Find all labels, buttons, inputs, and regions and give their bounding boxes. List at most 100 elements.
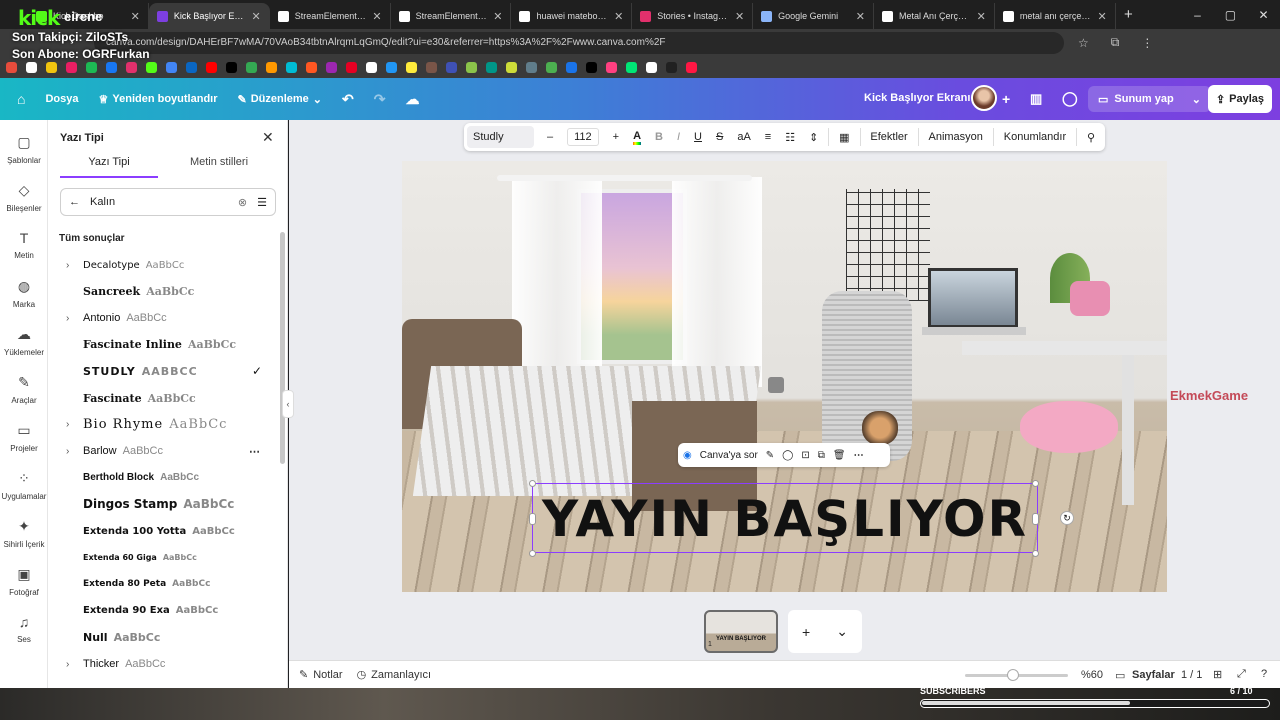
browser-tab[interactable]: Metal Anı Çerçevesi ✕ — [874, 3, 995, 29]
close-icon[interactable]: ✕ — [262, 129, 274, 146]
clear-search-icon[interactable]: ⊗ — [238, 196, 247, 209]
zoom-slider-handle[interactable] — [1007, 669, 1019, 681]
bookmark-icon[interactable] — [486, 61, 497, 73]
underline-icon[interactable]: U — [694, 131, 702, 143]
bookmark-icon[interactable] — [186, 61, 197, 73]
font-search-input[interactable]: ← Kalın ⊗ ☰ — [60, 188, 276, 216]
close-tab-icon[interactable]: ✕ — [131, 10, 140, 23]
magic-edit-icon[interactable]: ✎ — [766, 450, 774, 461]
rail-item[interactable]: ☁ Yüklemeler — [0, 326, 48, 357]
font-list-item[interactable]: › Bio Rhyme AaBbCc — [60, 414, 270, 436]
rail-item[interactable]: ◍ Marka — [0, 278, 48, 309]
browser-tab[interactable]: Kick Başlıyor Ekranı - ✕ — [148, 3, 270, 29]
browser-tab[interactable]: StreamElements - ee ✕ — [391, 3, 512, 29]
bookmark-icon[interactable] — [386, 61, 397, 73]
resize-handle[interactable] — [529, 513, 536, 525]
bookmark-icon[interactable] — [506, 61, 517, 73]
chevron-right-icon[interactable]: › — [60, 446, 83, 457]
collapse-panel-button[interactable]: ‹ — [282, 390, 294, 418]
decrease-size-button[interactable]: – — [547, 131, 553, 143]
bookmark-icon[interactable] — [146, 61, 157, 73]
rail-item[interactable]: ◇ Bileşenler — [0, 182, 48, 213]
browser-menu-icon[interactable]: ⋮ — [1141, 36, 1153, 50]
close-tab-icon[interactable]: ✕ — [614, 10, 623, 23]
font-list-item[interactable]: Null AaBbCc — [60, 626, 270, 648]
lock-icon[interactable]: ⊡ — [801, 450, 809, 461]
rail-item[interactable]: ⁘ Uygulamalar — [0, 470, 48, 501]
rail-item[interactable]: T Metin — [0, 230, 48, 260]
font-list-item[interactable]: › Decalotype AaBbCc — [60, 254, 270, 276]
copy-style-icon[interactable]: ⚲ — [1087, 131, 1095, 144]
browser-tab[interactable]: Stories • Instagram ✕ — [632, 3, 754, 29]
rail-item[interactable]: ▢ Şablonlar — [0, 134, 48, 165]
bookmark-icon[interactable] — [46, 61, 57, 73]
pages-icon[interactable]: ▭ — [1115, 669, 1125, 682]
close-window-icon[interactable]: ✕ — [1247, 8, 1280, 22]
font-list-item[interactable]: › Thicker AaBbCc — [60, 653, 270, 675]
bookmark-icon[interactable] — [566, 61, 577, 73]
bookmark-icon[interactable] — [526, 61, 537, 73]
design-canvas[interactable]: YAYIN BAŞLIYOR ↻ — [402, 161, 1167, 592]
cloud-save-icon[interactable]: ☁ — [405, 91, 419, 108]
timer-icon[interactable]: ◷ — [357, 668, 367, 681]
chevron-down-icon[interactable]: ⌄ — [1192, 93, 1201, 106]
share-button[interactable]: ⇪ Paylaş — [1208, 85, 1272, 113]
more-options-icon[interactable]: ⋯ — [854, 450, 864, 461]
browser-tab[interactable]: metal anı çerçevesi - ✕ — [995, 3, 1116, 29]
minimize-icon[interactable]: – — [1181, 8, 1214, 22]
font-list-item[interactable]: Fascinate AaBbCc — [60, 387, 270, 409]
delete-icon[interactable]: 🗑 — [833, 450, 846, 461]
bookmark-icon[interactable] — [166, 61, 177, 73]
rail-item[interactable]: ▭ Projeler — [0, 422, 48, 453]
resize-handle[interactable] — [529, 550, 536, 557]
bookmark-icon[interactable] — [226, 61, 237, 73]
present-button[interactable]: ▭ Sunum yap ⌄ — [1088, 86, 1211, 112]
bookmark-icon[interactable] — [126, 61, 137, 73]
bookmark-icon[interactable] — [66, 61, 77, 73]
rail-item[interactable]: ▣ Fotoğraf — [0, 566, 48, 597]
font-list-item[interactable]: › Barlow AaBbCc ⋯ — [60, 440, 270, 462]
italic-icon[interactable]: I — [677, 131, 680, 143]
filter-icon[interactable]: ☰ — [257, 196, 267, 209]
close-tab-icon[interactable]: ✕ — [735, 10, 744, 23]
file-menu-button[interactable]: Dosya — [45, 93, 78, 105]
maximize-icon[interactable]: ▢ — [1214, 8, 1247, 22]
bookmark-icon[interactable] — [586, 61, 597, 73]
effects-button[interactable]: Efektler — [870, 131, 907, 143]
tab-text-styles[interactable]: Metin stilleri — [170, 156, 268, 168]
rotate-handle-icon[interactable]: ↻ — [1060, 511, 1074, 525]
bookmark-icon[interactable] — [246, 61, 257, 73]
notes-button[interactable]: Notlar — [313, 669, 342, 681]
browser-tab[interactable]: Google Gemini ✕ — [753, 3, 875, 29]
help-icon[interactable]: ? — [1261, 668, 1267, 680]
fullscreen-icon[interactable]: ⤢ — [1237, 668, 1246, 681]
plus-icon[interactable]: + — [802, 624, 810, 640]
bookmark-icon[interactable] — [646, 61, 657, 73]
bookmark-icon[interactable] — [346, 61, 357, 73]
close-tab-icon[interactable]: ✕ — [1098, 10, 1107, 23]
list-icon[interactable]: ☷ — [785, 131, 795, 144]
tab-font[interactable]: Yazı Tipi — [60, 156, 158, 178]
bookmark-icon[interactable] — [106, 61, 117, 73]
panel-scrollbar[interactable] — [280, 232, 285, 464]
increase-size-button[interactable]: + — [613, 131, 619, 143]
chevron-right-icon[interactable]: › — [60, 659, 83, 670]
font-list-item[interactable]: Sancreek AaBbCc — [60, 281, 270, 303]
chevron-down-icon[interactable]: ⌄ — [836, 623, 848, 640]
close-tab-icon[interactable]: ✕ — [372, 10, 381, 23]
undo-icon[interactable]: ↶ — [342, 91, 354, 108]
back-arrow-icon[interactable]: ← — [69, 196, 80, 208]
resize-button[interactable]: ♕ Yeniden boyutlandır — [99, 93, 218, 106]
bold-icon[interactable]: B — [655, 131, 663, 143]
bookmark-icon[interactable] — [326, 61, 337, 73]
avatar[interactable] — [971, 85, 997, 111]
add-collaborator-icon[interactable]: + — [1002, 91, 1010, 107]
timer-button[interactable]: Zamanlayıcı — [371, 669, 431, 681]
font-family-select[interactable]: Studly — [467, 126, 534, 148]
bookmark-icon[interactable] — [626, 61, 637, 73]
bookmark-icon[interactable] — [366, 61, 377, 73]
add-page-button[interactable]: + ⌄ — [788, 610, 862, 653]
font-list-item[interactable]: Extenda 80 Peta AaBbCc — [60, 573, 270, 595]
bookmark-icon[interactable] — [466, 61, 477, 73]
rail-item[interactable]: ♫ Ses — [0, 614, 48, 644]
